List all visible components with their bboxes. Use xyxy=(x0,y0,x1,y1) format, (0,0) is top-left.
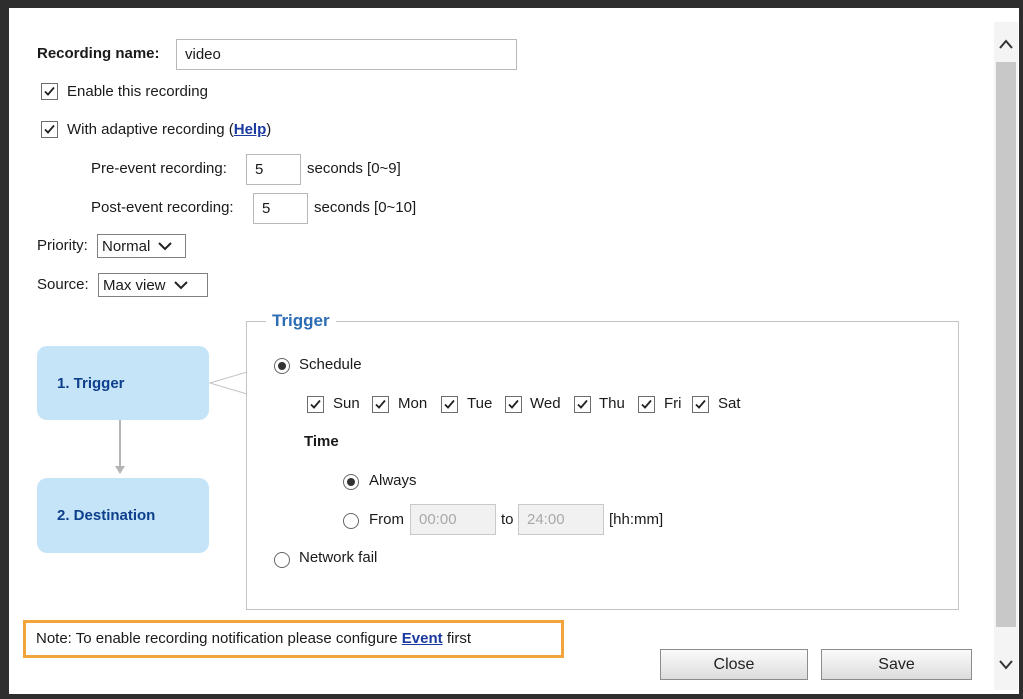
day-wed-checkbox[interactable] xyxy=(505,396,522,413)
chevron-down-icon xyxy=(158,242,173,251)
day-wed-label: Wed xyxy=(530,395,561,412)
adaptive-recording-text: With adaptive recording ( xyxy=(67,121,234,138)
step-destination-label: 2. Destination xyxy=(57,507,156,524)
always-label: Always xyxy=(369,472,417,489)
from-time-value: 00:00 xyxy=(419,511,457,528)
to-time-value: 24:00 xyxy=(527,511,565,528)
day-mon-label: Mon xyxy=(398,395,428,412)
network-fail-label: Network fail xyxy=(299,549,378,566)
step-destination[interactable]: 2. Destination xyxy=(37,478,209,553)
day-sat-checkbox[interactable] xyxy=(692,396,709,413)
save-button[interactable]: Save xyxy=(821,649,972,680)
close-button-label: Close xyxy=(713,655,755,673)
checkmark-icon xyxy=(695,399,706,409)
day-fri-label: Fri xyxy=(664,395,682,412)
from-time-input[interactable]: 00:00 xyxy=(410,504,496,535)
checkmark-icon xyxy=(641,399,652,409)
save-button-label: Save xyxy=(878,655,915,673)
time-label: Time xyxy=(304,433,339,450)
from-radio[interactable] xyxy=(343,513,359,529)
source-value: Max view xyxy=(103,276,166,294)
note-suffix: first xyxy=(442,630,471,647)
step-trigger[interactable]: 1. Trigger xyxy=(37,346,209,420)
trigger-title: Trigger xyxy=(266,311,336,331)
checkmark-icon xyxy=(310,399,321,409)
checkmark-icon xyxy=(375,399,386,409)
to-time-input[interactable]: 24:00 xyxy=(518,504,604,535)
chevron-down-icon xyxy=(173,281,188,290)
day-mon-checkbox[interactable] xyxy=(372,396,389,413)
adaptive-recording-suffix: ) xyxy=(266,121,272,138)
day-fri-checkbox[interactable] xyxy=(638,396,655,413)
scroll-up-icon[interactable] xyxy=(997,36,1015,54)
schedule-label: Schedule xyxy=(299,356,362,373)
time-format-label: [hh:mm] xyxy=(609,511,664,528)
priority-value: Normal xyxy=(102,237,151,255)
priority-select[interactable]: Normal xyxy=(97,234,186,258)
event-link[interactable]: Event xyxy=(402,630,443,647)
pre-event-input[interactable]: 5 xyxy=(246,154,301,185)
checkmark-icon xyxy=(44,124,55,134)
step-trigger-label: 1. Trigger xyxy=(57,374,125,392)
scrollbar-thumb[interactable] xyxy=(996,62,1016,627)
step-pointer xyxy=(208,371,248,395)
checkmark-icon xyxy=(577,399,588,409)
recording-name-label: Recording name: xyxy=(37,45,160,62)
enable-recording-label: Enable this recording xyxy=(67,83,208,100)
recording-name-input[interactable]: video xyxy=(176,39,517,70)
checkmark-icon xyxy=(44,86,55,96)
step-connector-arrow xyxy=(115,420,125,474)
adaptive-recording-label: With adaptive recording (Help) xyxy=(67,121,271,138)
day-sun-checkbox[interactable] xyxy=(307,396,324,413)
day-tue-label: Tue xyxy=(467,395,493,412)
checkmark-icon xyxy=(444,399,455,409)
help-link[interactable]: Help xyxy=(234,121,267,138)
post-event-value: 5 xyxy=(262,200,271,217)
scroll-down-icon[interactable] xyxy=(997,655,1015,673)
day-sun-label: Sun xyxy=(333,395,360,412)
post-event-unit: seconds [0~10] xyxy=(314,199,417,216)
to-label: to xyxy=(501,511,514,528)
source-select[interactable]: Max view xyxy=(98,273,208,297)
priority-label: Priority: xyxy=(37,237,88,254)
source-label: Source: xyxy=(37,276,89,293)
close-button[interactable]: Close xyxy=(660,649,808,680)
note-text: Note: To enable recording notification p… xyxy=(36,630,402,647)
radio-selected-dot xyxy=(347,478,355,486)
enable-recording-checkbox[interactable] xyxy=(41,83,58,100)
day-tue-checkbox[interactable] xyxy=(441,396,458,413)
from-label: From xyxy=(369,511,404,528)
checkmark-icon xyxy=(508,399,519,409)
day-thu-label: Thu xyxy=(599,395,625,412)
adaptive-recording-checkbox[interactable] xyxy=(41,121,58,138)
always-radio[interactable] xyxy=(343,474,359,490)
recording-name-value: video xyxy=(185,46,221,63)
pre-event-value: 5 xyxy=(255,161,264,178)
schedule-radio[interactable] xyxy=(274,358,290,374)
day-thu-checkbox[interactable] xyxy=(574,396,591,413)
day-sat-label: Sat xyxy=(718,395,741,412)
network-fail-radio[interactable] xyxy=(274,552,290,568)
post-event-input[interactable]: 5 xyxy=(253,193,308,224)
pre-event-label: Pre-event recording: xyxy=(91,160,227,177)
post-event-label: Post-event recording: xyxy=(91,199,234,216)
pre-event-unit: seconds [0~9] xyxy=(307,160,401,177)
radio-selected-dot xyxy=(278,362,286,370)
note-box: Note: To enable recording notification p… xyxy=(23,620,564,658)
